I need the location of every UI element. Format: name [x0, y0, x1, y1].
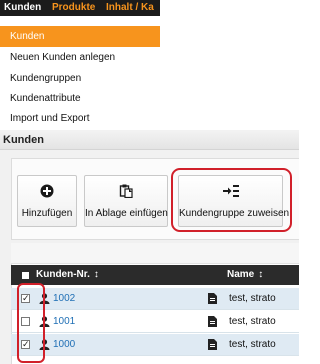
highlight-row-checkboxes: [17, 283, 45, 363]
plus-circle-icon: [18, 184, 76, 198]
column-header-kunden-nr[interactable]: Kunden-Nr. ↕: [36, 265, 99, 285]
customer-number-link[interactable]: 1002: [53, 288, 75, 310]
nav-tab-produkte[interactable]: Produkte: [52, 0, 95, 16]
nav-tab-inhalt[interactable]: Inhalt / Ka: [106, 0, 154, 16]
column-header-name[interactable]: Name ↕: [227, 265, 263, 285]
select-all-checkbox[interactable]: [22, 272, 29, 279]
clipboard-icon: [85, 184, 167, 198]
document-icon[interactable]: [208, 316, 217, 327]
highlight-assign-button: [171, 168, 292, 232]
paste-to-clipboard-button[interactable]: In Ablage einfügen: [84, 175, 168, 227]
paste-button-label: In Ablage einfügen: [85, 208, 168, 219]
customer-number-link[interactable]: 1000: [53, 334, 75, 356]
add-button[interactable]: Hinzufügen: [17, 175, 77, 227]
document-icon[interactable]: [208, 293, 217, 304]
menu-item-kundenattribute[interactable]: Kundenattribute: [0, 88, 160, 109]
page-title: Kunden: [0, 130, 299, 150]
nav-tab-kunden[interactable]: Kunden: [4, 0, 41, 16]
customer-name: test, strato: [229, 316, 276, 327]
table-row[interactable]: ✓ 1000 test, strato: [11, 334, 299, 356]
table-row[interactable]: ✓ 1002 test, strato: [11, 288, 299, 310]
sort-arrows-icon[interactable]: ↕: [94, 269, 99, 280]
grid-filter-bar: [11, 243, 299, 264]
menu-item-import-export[interactable]: Import und Export: [0, 108, 160, 129]
sort-arrows-icon[interactable]: ↕: [258, 269, 263, 280]
customer-name: test, strato: [229, 339, 276, 350]
table-row[interactable]: 1001 test, strato: [11, 311, 299, 333]
document-icon[interactable]: [208, 339, 217, 350]
menu-item-kundengruppen[interactable]: Kundengruppen: [0, 68, 160, 89]
customer-name: test, strato: [229, 293, 276, 304]
add-button-label: Hinzufügen: [21, 208, 73, 219]
menu-item-neuen-kunden-anlegen[interactable]: Neuen Kunden anlegen: [0, 47, 160, 68]
top-navigation: Kunden Produkte Inhalt / Ka: [0, 0, 160, 16]
customer-number-link[interactable]: 1001: [53, 311, 75, 333]
menu-item-kunden[interactable]: Kunden: [0, 26, 160, 47]
grid-header: Kunden-Nr. ↕ Name ↕: [11, 265, 299, 285]
